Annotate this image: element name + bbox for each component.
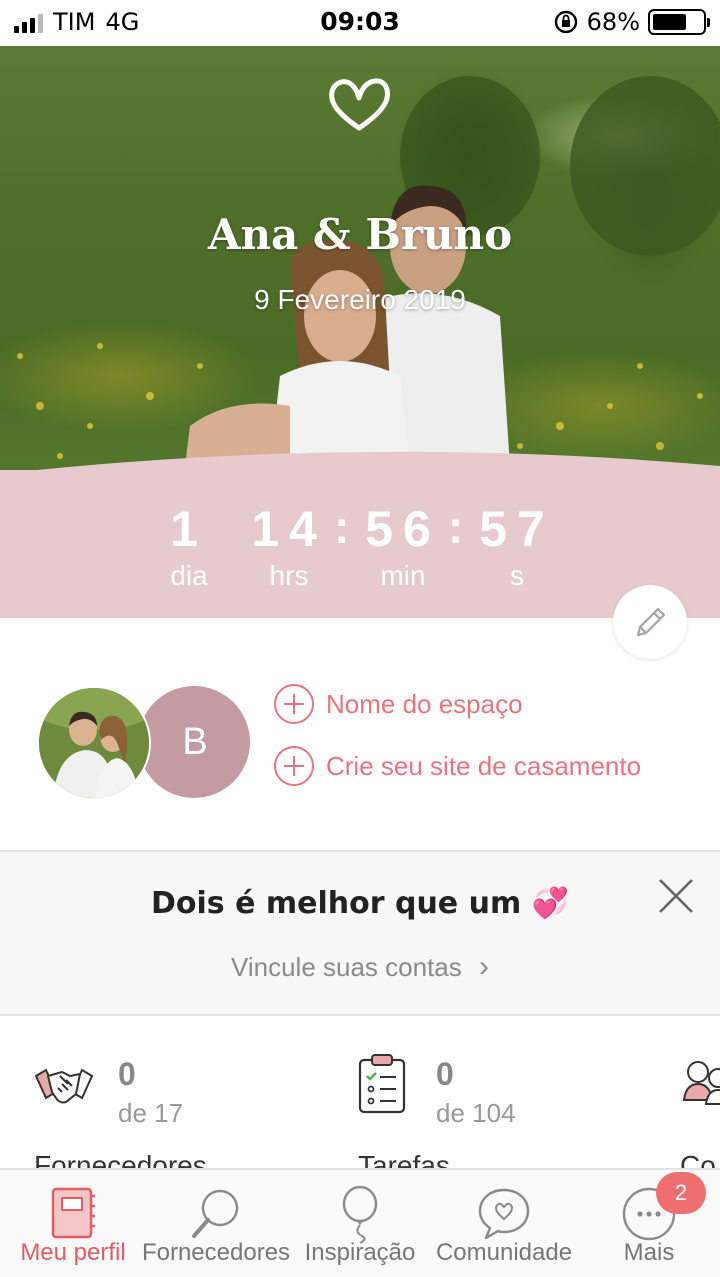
partner-avatar[interactable]: B [138,686,250,798]
couple-avatar-image [39,688,149,798]
stat-tasks-count: 0 [436,1056,454,1092]
tab-fornecedores-label: Fornecedores [141,1239,291,1266]
stat-vendors-label: Fornecedores [34,1150,207,1168]
countdown-minutes-label: min [380,560,426,591]
countdown-seconds-value: 57 [479,501,555,557]
chevron-right-icon: › [479,950,489,983]
countdown-hours-label: hrs [269,560,309,591]
profile-section: B Nome do espaço Crie seu site de casame… [0,618,720,850]
banner-subtitle: Vincule suas contas [230,952,462,982]
countdown-days-label: dia [170,560,208,591]
checklist-icon [358,1054,406,1114]
tab-mais-label: Mais [623,1239,675,1266]
battery-percent: 68% [586,8,640,36]
balloon-icon [342,1186,378,1244]
status-bar: TIM 4G 09:03 68% [0,0,720,46]
stats-section: 0 de 17 Fornecedores 0 de 104 Tarefas Co [0,1018,720,1168]
add-venue-link[interactable]: Nome do espaço [274,684,523,724]
couple-names: Ana & Bruno [207,210,513,259]
tab-inspiracao-label: Inspiração [304,1239,416,1266]
heart-outline-icon [329,78,390,131]
notebook-icon [51,1187,95,1239]
close-icon[interactable] [656,876,696,916]
plus-circle-icon [274,746,314,786]
countdown-days-value: 1 [170,501,208,557]
wedding-date: 9 Fevereiro 2019 [254,284,466,315]
notification-badge: 2 [656,1172,706,1214]
stat-tasks-label: Tarefas [358,1150,450,1168]
countdown-minutes: 56 min [358,500,448,592]
banner-title: Dois é melhor que um 💞 [150,886,570,921]
create-website-label: Crie seu site de casamento [326,750,642,781]
stat-vendors-total: de 17 [118,1098,184,1128]
countdown-seconds-label: s [510,560,524,591]
pencil-icon [636,607,666,637]
battery-icon [648,9,710,35]
create-website-link[interactable]: Crie seu site de casamento [274,746,641,786]
handshake-icon [34,1068,94,1104]
link-accounts-link[interactable]: Vincule suas contas › [0,950,720,984]
magnifier-icon [192,1189,239,1238]
countdown-seconds: 57 s [472,500,562,592]
edit-cover-button[interactable] [613,585,687,659]
link-accounts-banner[interactable]: Dois é melhor que um 💞 Vincule suas cont… [0,850,720,1016]
guests-icon [682,1061,720,1105]
tab-inspiracao[interactable]: Inspiração [290,1170,430,1277]
add-venue-label: Nome do espaço [326,688,523,719]
countdown-minutes-value: 56 [365,501,441,557]
stat-tasks-total: de 104 [436,1098,516,1128]
tab-comunidade-label: Comunidade [435,1239,573,1266]
tab-meu-perfil-label: Meu perfil [20,1239,126,1266]
bottom-tab-bar: Meu perfil Fornecedores Inspiração Comun… [0,1168,720,1277]
hero-cover-photo: Ana & Bruno 9 Fevereiro 2019 [0,46,720,486]
tab-meu-perfil[interactable]: Meu perfil [0,1170,146,1277]
countdown-days: 1 dia [164,500,214,592]
stat-guests-label: Co [680,1150,716,1168]
tab-comunidade[interactable]: Comunidade [434,1170,574,1277]
avatar-photo[interactable] [37,686,151,800]
stat-vendors-count: 0 [118,1056,136,1092]
rotation-lock-icon [554,10,577,34]
plus-circle-icon [274,684,314,724]
countdown: 1 dia 14 hrs : 56 min : 57 s [0,470,720,618]
countdown-hours-value: 14 [251,501,327,557]
countdown-hours: 14 hrs [244,500,334,592]
tab-fornecedores[interactable]: Fornecedores [142,1170,290,1277]
countdown-separator: : [334,501,350,553]
countdown-separator: : [448,501,464,553]
chat-heart-icon [478,1188,530,1240]
